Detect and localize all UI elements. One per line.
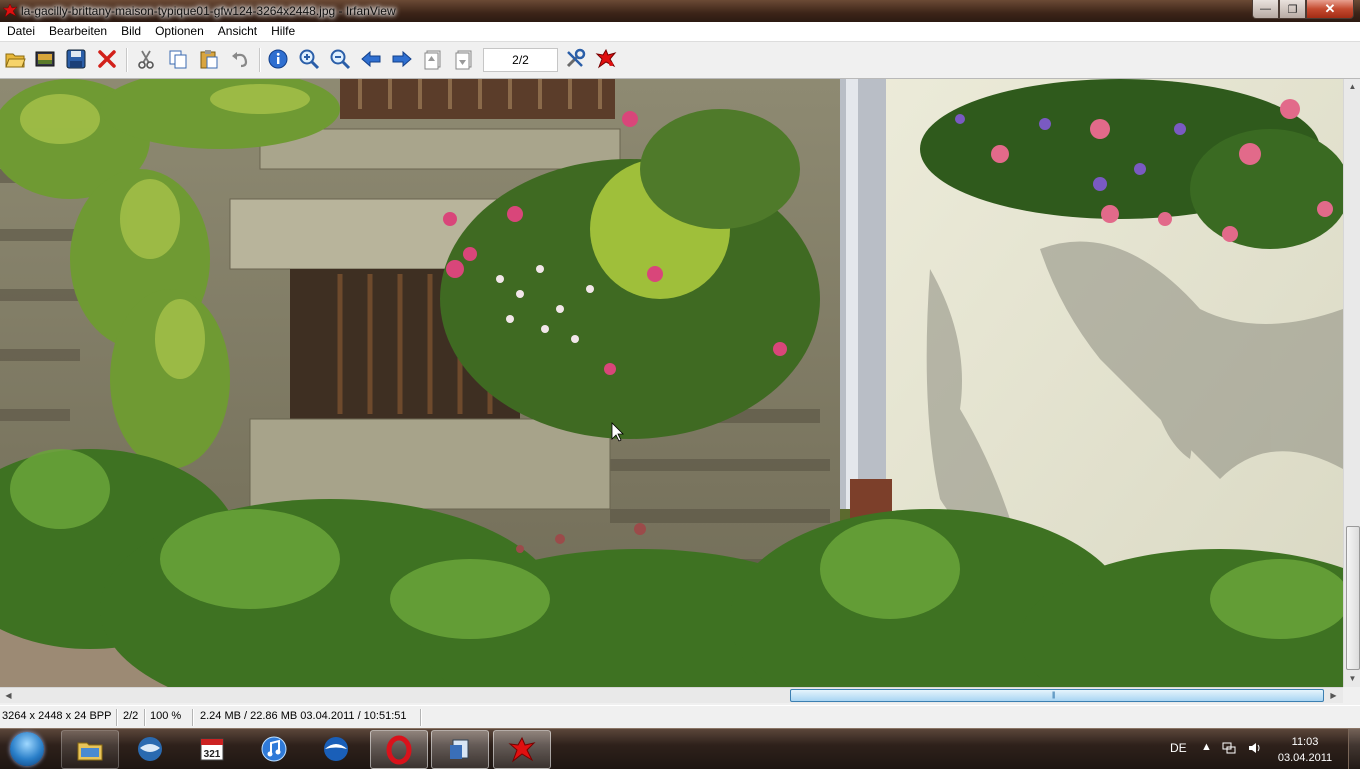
page-previous-icon[interactable] bbox=[421, 47, 445, 71]
vertical-scroll-thumb[interactable] bbox=[1346, 526, 1360, 670]
menu-datei[interactable]: Datei bbox=[0, 22, 42, 41]
irfanview-logo-icon bbox=[2, 3, 18, 18]
menu-bar: Datei Bearbeiten Bild Optionen Ansicht H… bbox=[0, 22, 1360, 42]
undo-icon[interactable] bbox=[228, 47, 252, 71]
start-button[interactable] bbox=[2, 730, 52, 768]
image-viewport[interactable] bbox=[0, 79, 1343, 687]
previous-icon[interactable] bbox=[359, 47, 383, 71]
vertical-scrollbar[interactable]: ▲ ▼ bbox=[1343, 79, 1360, 687]
irfanview-toolbar-logo-icon[interactable] bbox=[594, 47, 618, 71]
status-zoom: 100 % bbox=[150, 710, 182, 722]
browser-icon bbox=[324, 736, 348, 761]
cut-icon[interactable] bbox=[134, 47, 158, 71]
settings-icon[interactable] bbox=[563, 47, 587, 71]
clock-time: 11:03 bbox=[1291, 736, 1319, 748]
taskbar-browser[interactable] bbox=[308, 730, 364, 767]
scroll-up-arrow-icon[interactable]: ▲ bbox=[1345, 79, 1360, 94]
taskbar-calendar[interactable]: 321 bbox=[184, 730, 240, 767]
copy-icon[interactable] bbox=[166, 47, 190, 71]
menu-optionen[interactable]: Optionen bbox=[148, 22, 211, 41]
horizontal-scroll-thumb[interactable]: ||| bbox=[790, 689, 1324, 702]
menu-bild[interactable]: Bild bbox=[114, 22, 148, 41]
taskbar-network[interactable] bbox=[431, 730, 489, 769]
taskbar-itunes[interactable] bbox=[246, 730, 302, 767]
menu-hilfe[interactable]: Hilfe bbox=[264, 22, 302, 41]
taskbar-thunderbird[interactable] bbox=[122, 730, 178, 767]
windows-logo-icon bbox=[10, 732, 44, 766]
save-icon[interactable] bbox=[64, 47, 88, 71]
maximize-button[interactable]: ❐ bbox=[1279, 0, 1306, 19]
thumbnails-icon[interactable] bbox=[33, 47, 57, 71]
toolbar: 2/2 bbox=[0, 42, 1360, 79]
status-dimensions: 3264 x 2448 x 24 BPP bbox=[2, 710, 112, 722]
scroll-left-arrow-icon[interactable]: ◀ bbox=[1, 688, 16, 703]
status-bar: 3264 x 2448 x 24 BPP 2/2 100 % 2.24 MB /… bbox=[0, 705, 1360, 729]
menu-bearbeiten[interactable]: Bearbeiten bbox=[42, 22, 114, 41]
volume-tray-icon[interactable] bbox=[1247, 741, 1261, 758]
page-next-icon[interactable] bbox=[452, 47, 476, 71]
menu-ansicht[interactable]: Ansicht bbox=[211, 22, 264, 41]
svg-text:321: 321 bbox=[204, 749, 221, 760]
taskbar-irfanview[interactable] bbox=[493, 730, 551, 769]
scroll-down-arrow-icon[interactable]: ▼ bbox=[1345, 671, 1360, 686]
language-indicator[interactable]: DE bbox=[1170, 741, 1187, 755]
taskbar-explorer[interactable] bbox=[61, 730, 119, 769]
itunes-icon bbox=[261, 736, 287, 761]
photo-canvas bbox=[0, 79, 1343, 687]
status-page: 2/2 bbox=[123, 710, 139, 722]
status-file-info: 2.24 MB / 22.86 MB 03.04.2011 / 10:51:51 bbox=[200, 710, 407, 722]
tray-expand-icon[interactable]: ▲ bbox=[1201, 741, 1212, 753]
title-bar: la-gacilly-brittany-maison-typique01-gfw… bbox=[0, 0, 1360, 22]
delete-icon[interactable] bbox=[95, 47, 119, 71]
page-number-field[interactable]: 2/2 bbox=[483, 48, 558, 72]
explorer-folder-icon bbox=[77, 742, 103, 760]
irfanview-icon bbox=[508, 736, 536, 762]
taskbar: 321 DE ▲ 11:03 03.04.2011 bbox=[0, 728, 1360, 769]
thunderbird-icon bbox=[138, 736, 162, 761]
opera-icon bbox=[386, 735, 412, 764]
scroll-right-arrow-icon[interactable]: ▶ bbox=[1326, 688, 1341, 703]
minimize-button[interactable]: — bbox=[1252, 0, 1279, 19]
network-tray-icon[interactable] bbox=[1222, 741, 1236, 758]
next-icon[interactable] bbox=[390, 47, 414, 71]
horizontal-scrollbar[interactable]: ◀ ||| ▶ bbox=[0, 687, 1343, 703]
network-drive-icon bbox=[450, 739, 469, 759]
clock[interactable]: 11:03 03.04.2011 bbox=[1270, 734, 1340, 766]
close-button[interactable]: ✕ bbox=[1306, 0, 1354, 19]
zoom-in-icon[interactable] bbox=[297, 47, 321, 71]
show-desktop-button[interactable] bbox=[1348, 729, 1360, 769]
info-icon[interactable] bbox=[266, 47, 290, 71]
calendar-321-icon: 321 bbox=[200, 738, 224, 760]
scrollbar-corner bbox=[1343, 687, 1360, 702]
taskbar-opera[interactable] bbox=[370, 730, 428, 769]
zoom-out-icon[interactable] bbox=[328, 47, 352, 71]
paste-icon[interactable] bbox=[197, 47, 221, 71]
scroll-grip-icon: ||| bbox=[1052, 692, 1056, 699]
open-folder-icon[interactable] bbox=[3, 47, 27, 71]
clock-date: 03.04.2011 bbox=[1277, 752, 1333, 764]
window-title: la-gacilly-brittany-maison-typique01-gfw… bbox=[21, 4, 396, 18]
